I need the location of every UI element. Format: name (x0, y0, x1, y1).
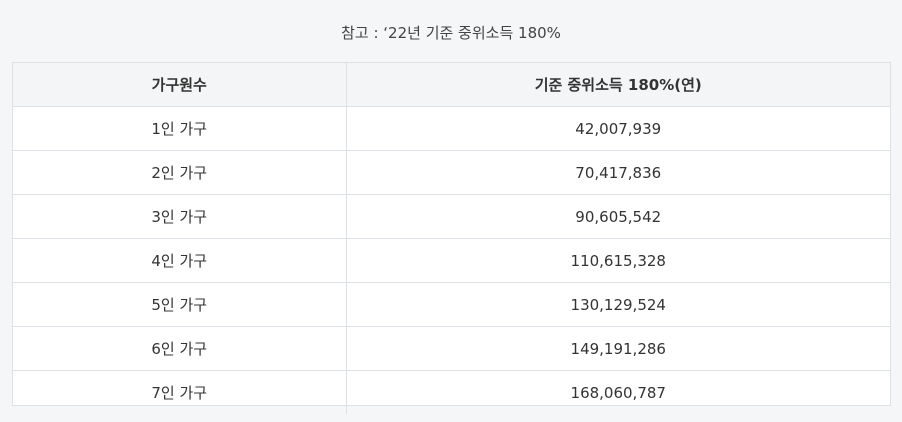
household-size-cell: 6인 가구 (13, 326, 347, 371)
table-row: 3인 가구 90,605,542 (13, 194, 890, 239)
table-caption: 참고 : ‘22년 기준 중위소득 180% (341, 24, 561, 42)
income-value-cell: 168,060,787 (570, 383, 666, 402)
household-size-cell: 7인 가구 (13, 370, 347, 414)
header-household-size: 가구원수 (13, 63, 347, 107)
table-header-row: 가구원수 기준 중위소득 180%(연) (13, 63, 890, 107)
table-row: 7인 가구 168,060,787 (13, 370, 890, 414)
income-table: 가구원수 기준 중위소득 180%(연) 1인 가구 42,007,939 2인… (12, 62, 891, 414)
household-size-cell: 3인 가구 (13, 194, 347, 239)
household-size-cell: 1인 가구 (13, 106, 347, 151)
table-row: 6인 가구 149,191,286 (13, 326, 890, 371)
household-size-cell: 5인 가구 (13, 282, 347, 327)
household-size-cell: 2인 가구 (13, 150, 347, 195)
table-row: 5인 가구 130,129,524 (13, 282, 890, 327)
header-median-income: 기준 중위소득 180%(연) (346, 63, 890, 107)
household-size-cell: 4인 가구 (13, 238, 347, 283)
table-row: 2인 가구 70,417,836 (13, 150, 890, 195)
income-table-grid: 가구원수 기준 중위소득 180%(연) 1인 가구 42,007,939 2인… (13, 63, 890, 414)
income-value-cell: 110,615,328 (346, 238, 890, 283)
income-value-cell: 130,129,524 (346, 282, 890, 327)
income-value-cell: 42,007,939 (346, 106, 890, 151)
table-row: 4인 가구 110,615,328 (13, 238, 890, 283)
table-row: 1인 가구 42,007,939 (13, 106, 890, 151)
income-value-cell: 70,417,836 (346, 150, 890, 195)
income-value-cell: 149,191,286 (346, 326, 890, 371)
income-value-cell: 90,605,542 (346, 194, 890, 239)
